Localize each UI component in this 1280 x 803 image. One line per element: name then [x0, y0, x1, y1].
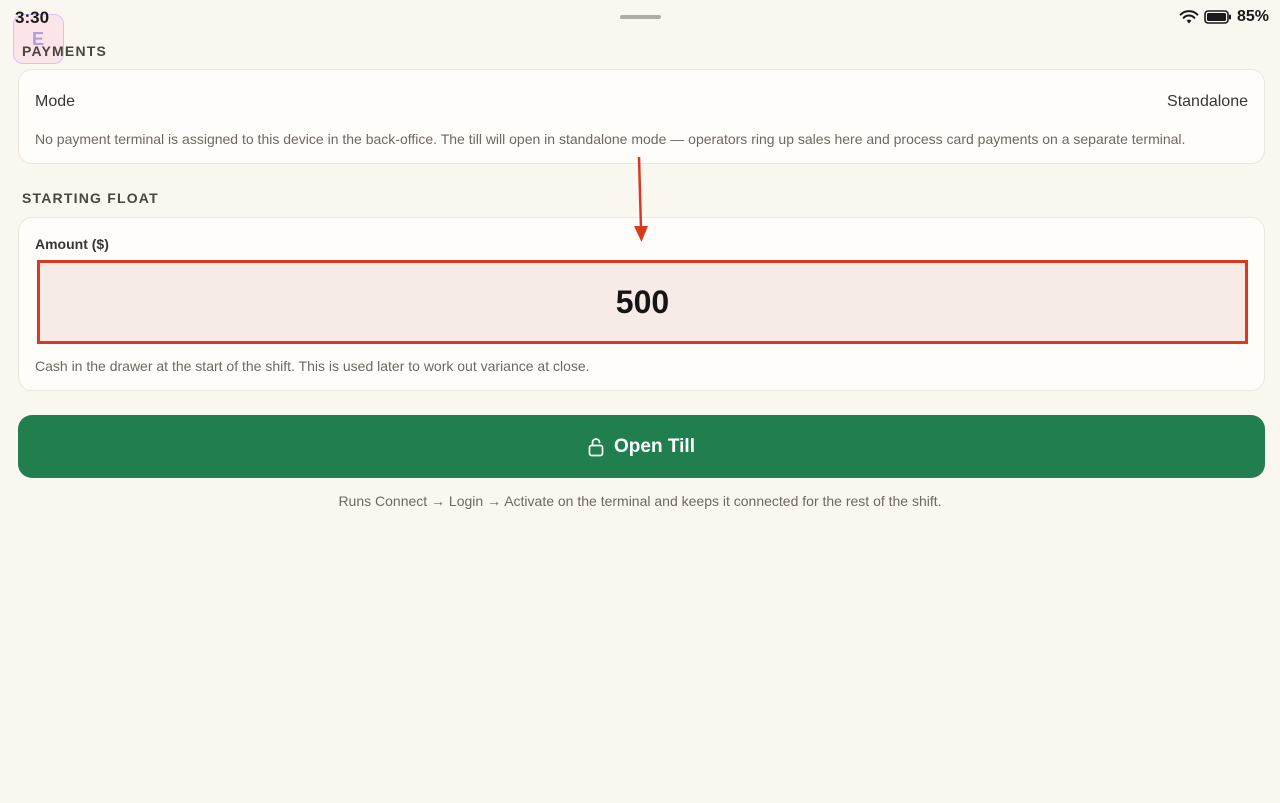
- annotation-arrow: [634, 156, 648, 242]
- open-till-label: Open Till: [614, 435, 695, 457]
- open-till-button[interactable]: Open Till: [18, 415, 1265, 478]
- payments-card: Mode Standalone No payment terminal is a…: [18, 69, 1265, 164]
- battery-icon: [1204, 10, 1231, 24]
- mode-label: Mode: [35, 93, 76, 110]
- status-indicators: 85%: [1179, 8, 1269, 26]
- starting-float-section-title: STARTING FLOAT: [22, 190, 159, 206]
- footer-note: Runs Connect → Login → Activate on the t…: [338, 493, 942, 509]
- wifi-icon: [1179, 10, 1199, 24]
- starting-float-description: Cash in the drawer at the start of the s…: [35, 358, 590, 374]
- status-time: 3:30: [15, 8, 50, 27]
- drag-handle[interactable]: [620, 15, 661, 19]
- mode-value: Standalone: [1167, 93, 1248, 110]
- unlock-icon: [588, 437, 604, 456]
- payments-description: No payment terminal is assigned to this …: [35, 131, 1186, 147]
- payments-section-title: PAYMENTS: [22, 43, 108, 59]
- screen: E 3:30 85% PAYMENTS Mode Standalone No p…: [0, 0, 1280, 803]
- amount-input[interactable]: 500: [37, 260, 1248, 344]
- amount-label: Amount ($): [35, 236, 109, 252]
- battery-percent: 85%: [1236, 8, 1269, 25]
